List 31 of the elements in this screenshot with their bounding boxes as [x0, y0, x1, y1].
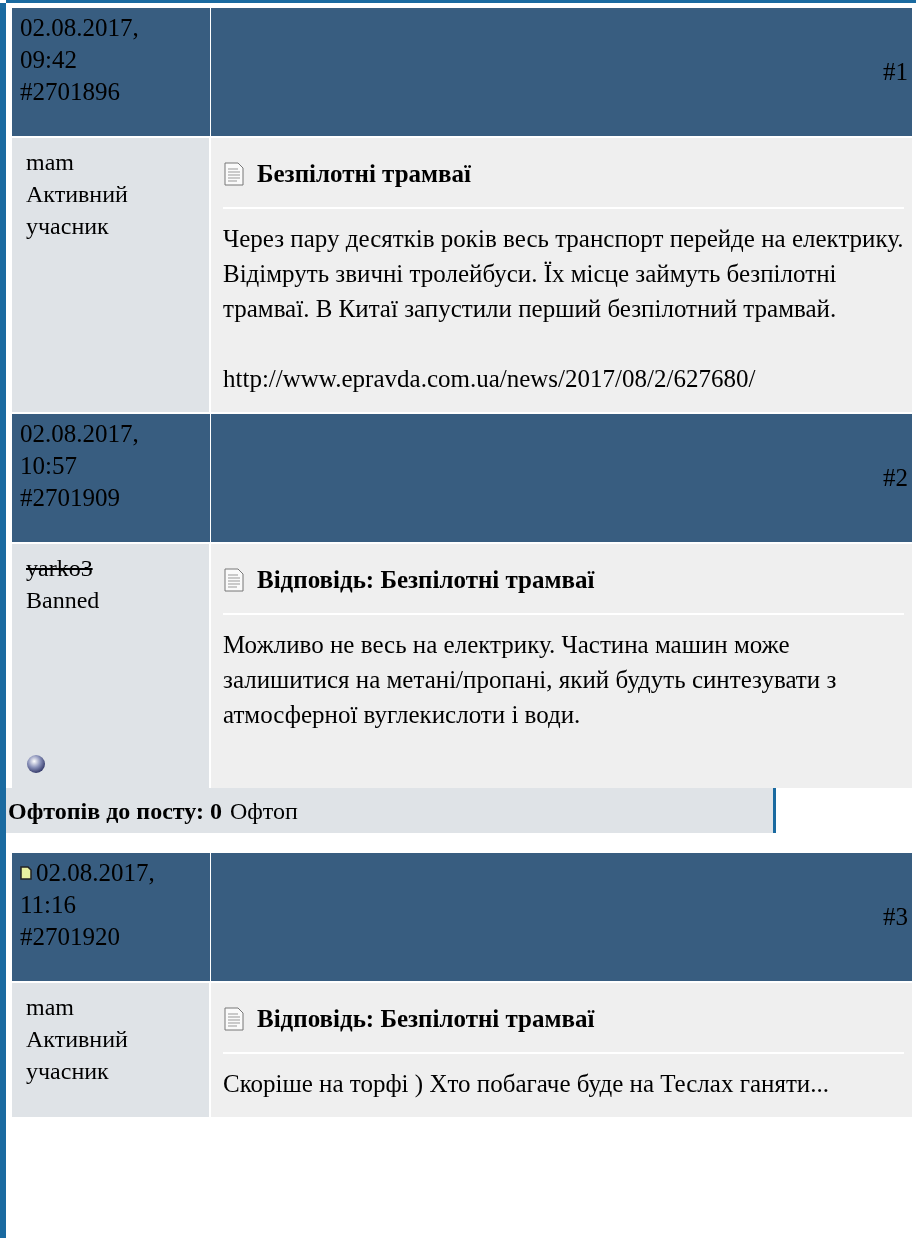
- author-rank: Активний учасник: [26, 1025, 129, 1086]
- post-number[interactable]: #1: [883, 53, 908, 91]
- offtopic-count: Офтопів до посту: 0: [8, 796, 222, 826]
- document-icon: [223, 1006, 245, 1031]
- author-name[interactable]: yarko3: [26, 552, 195, 584]
- post-id-link[interactable]: #2701909: [20, 482, 202, 514]
- post-date: 02.08.2017,: [36, 858, 155, 888]
- author-rank: Banned: [26, 586, 101, 615]
- post-number[interactable]: #3: [883, 898, 908, 936]
- post-text: http://www.epravda.com.ua/news/2017/08/2/627680/: [223, 364, 757, 394]
- post-title: Безпілотні трамваї: [257, 159, 472, 189]
- document-icon: [223, 567, 245, 592]
- post-time: 11:16: [20, 890, 78, 920]
- author-rank: Активний учасник: [26, 180, 129, 241]
- post-id-link[interactable]: #2701896: [20, 76, 202, 108]
- status-orb-icon: [26, 754, 46, 774]
- post-number[interactable]: #2: [883, 459, 908, 497]
- post-id-link[interactable]: #2701920: [20, 921, 202, 953]
- post-title: Відповідь: Безпілотні трамваї: [257, 565, 595, 595]
- author-name[interactable]: mam: [26, 146, 195, 178]
- author-name[interactable]: mam: [26, 991, 195, 1023]
- post-time: 10:57: [20, 451, 78, 481]
- post-text: Скоріше на торфі ) Хто побагаче буде на Теслах ганяти...: [223, 1069, 830, 1099]
- post-text: Можливо не весь на електрику. Частина машин може залишитися на метані/пропані, який будуть синтезувати з атмосферної вуглекислоти і води.: [223, 630, 838, 730]
- post-title: Відповідь: Безпілотні трамваї: [257, 1004, 595, 1034]
- post-time: 09:42: [20, 45, 78, 75]
- post-text: Через пару десятків років весь транспорт перейде на електрику. Відімруть звичні тролейбуси. Їх місце займуть безпілотні трамваї. В Китаї запустили перший безпілотний трамвай.: [223, 224, 904, 324]
- document-icon: [223, 161, 245, 186]
- post-date: 02.08.2017,: [20, 419, 139, 449]
- post-date: 02.08.2017,: [20, 13, 139, 43]
- offtopic-link[interactable]: Офтоп: [230, 792, 298, 829]
